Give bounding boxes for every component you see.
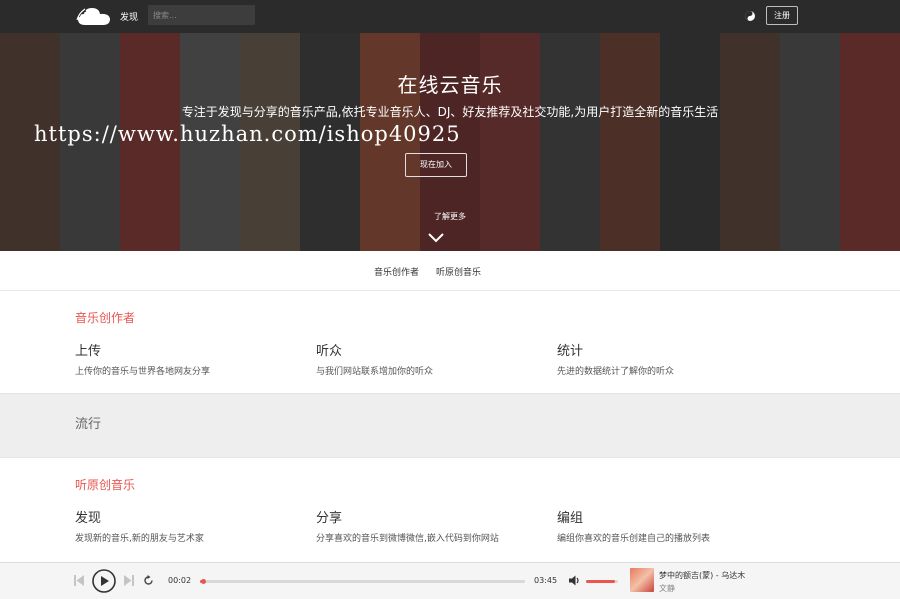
total-time: 03:45 — [534, 576, 558, 585]
chevron-down-icon[interactable] — [428, 232, 444, 244]
progress-bar[interactable] — [200, 579, 525, 584]
join-now-button[interactable]: 现在加入 — [405, 153, 467, 177]
feature-playlist-desc: 编组你喜欢的音乐创建自己的播放列表 — [557, 534, 711, 544]
feature-audience-title: 听众 — [316, 344, 343, 359]
popular-section: 流行 — [0, 393, 900, 458]
feature-stats-title: 统计 — [557, 344, 584, 359]
repeat-icon[interactable] — [143, 575, 154, 586]
popular-title: 流行 — [75, 417, 102, 432]
feature-upload-desc: 上传你的音乐与世界各地网友分享 — [75, 367, 211, 377]
top-navbar: 发现 注册 — [0, 0, 900, 33]
section-anchor-bar: 音乐创作者 听原创音乐 — [0, 251, 900, 291]
hero-subtitle: 专注于发现与分享的音乐产品,依托专业音乐人、DJ、好友推荐及社交功能,为用户打造… — [181, 105, 719, 119]
next-icon[interactable] — [124, 575, 134, 586]
anchor-music-creators[interactable]: 音乐创作者 — [374, 265, 419, 278]
feature-playlist-title: 编组 — [557, 511, 584, 526]
feature-discover-title: 发现 — [75, 511, 102, 526]
search-input[interactable] — [148, 5, 255, 25]
volume-fill — [586, 580, 615, 583]
original-section-title: 听原创音乐 — [75, 478, 136, 492]
register-button[interactable]: 注册 — [766, 6, 798, 25]
current-time: 00:02 — [168, 576, 192, 585]
music-player-bar: 00:02 03:45 梦中的额吉(蒙) - 乌达木 文静 — [0, 562, 900, 599]
feature-share-title: 分享 — [316, 511, 343, 526]
album-cover[interactable] — [630, 568, 654, 592]
anchor-original-music[interactable]: 听原创音乐 — [436, 265, 481, 278]
creators-section-title: 音乐创作者 — [75, 311, 136, 325]
feature-stats-desc: 先进的数据统计了解你的听众 — [557, 367, 675, 377]
watermark-url: https://www.huzhan.com/ishop40925 — [34, 122, 461, 146]
learn-more-link[interactable]: 了解更多 — [0, 211, 900, 222]
play-icon[interactable] — [92, 569, 116, 593]
progress-knob[interactable] — [201, 579, 207, 584]
feature-audience-desc: 与我们网站联系增加你的听众 — [316, 367, 434, 377]
nav-discover-link[interactable]: 发现 — [120, 10, 138, 23]
hero-banner: 在线云音乐 专注于发现与分享的音乐产品,依托专业音乐人、DJ、好友推荐及社交功能… — [0, 33, 900, 251]
song-title[interactable]: 梦中的额吉(蒙) - 乌达木 — [659, 570, 745, 581]
volume-icon[interactable] — [569, 575, 581, 586]
theme-toggle-icon[interactable] — [744, 10, 756, 22]
feature-upload-title: 上传 — [75, 344, 102, 359]
song-artist[interactable]: 文静 — [659, 583, 675, 594]
volume-slider[interactable] — [586, 580, 618, 583]
feature-share-desc: 分享喜欢的音乐到微博微信,嵌入代码到你网站 — [316, 534, 499, 544]
previous-icon[interactable] — [74, 575, 84, 586]
feature-discover-desc: 发现新的音乐,新的朋友与艺术家 — [75, 534, 204, 544]
cloud-logo-icon[interactable] — [76, 5, 112, 27]
hero-title: 在线云音乐 — [397, 73, 503, 97]
